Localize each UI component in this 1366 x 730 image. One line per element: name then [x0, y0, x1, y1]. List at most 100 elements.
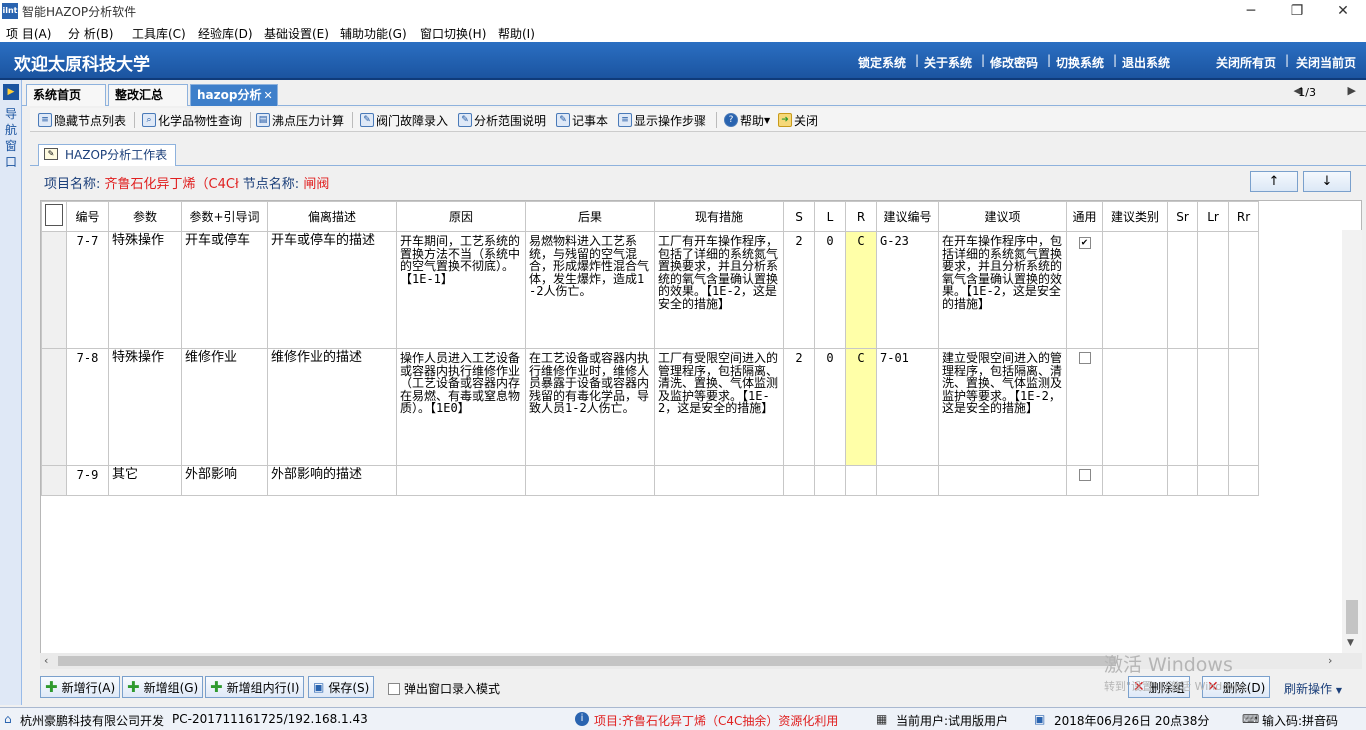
hide-node-list-button[interactable]: ≡ 隐藏节点列表 — [38, 110, 126, 130]
menu-experience[interactable]: 经验库(D) — [198, 25, 253, 42]
tab-system-home[interactable]: 系统首页 — [26, 84, 106, 106]
cell-rr[interactable] — [1228, 348, 1259, 466]
about-system-link[interactable]: 关于系统 — [924, 54, 972, 71]
scroll-left-icon[interactable]: ‹ — [44, 654, 48, 667]
cell-id[interactable]: 7-8 — [66, 348, 109, 466]
menu-analysis[interactable]: 分 析(B) — [68, 25, 113, 42]
close-current-page-link[interactable]: 关闭当前页 — [1296, 54, 1356, 71]
switch-system-link[interactable]: 切换系统 — [1056, 54, 1104, 71]
close-button[interactable]: ➜ 关闭 — [778, 110, 818, 130]
chemical-property-query-button[interactable]: ⌕ 化学品物性查询 — [142, 110, 242, 130]
cell-rec-type[interactable] — [1102, 465, 1168, 496]
refresh-dropdown[interactable]: 刷新操作 ▼ — [1284, 680, 1342, 697]
notepad-button[interactable]: ✎ 记事本 — [556, 110, 608, 130]
table-row[interactable]: 7-8 特殊操作 维修作业 维修作业的描述 操作人员进入工艺设备或容器内执行维修… — [41, 348, 1259, 466]
col-header[interactable]: 通用 — [1066, 201, 1103, 232]
cell-recommendation[interactable] — [938, 465, 1067, 496]
col-header[interactable]: Rr — [1228, 201, 1259, 232]
general-checkbox[interactable] — [1078, 352, 1091, 364]
col-header[interactable]: 参数 — [108, 201, 182, 232]
cell-l[interactable]: 0 — [814, 348, 846, 466]
table-row[interactable]: 7-9 其它 外部影响 外部影响的描述 — [41, 465, 1259, 496]
cell-general[interactable] — [1066, 348, 1103, 466]
general-checkbox[interactable]: ✔ — [1078, 237, 1091, 249]
cell-s[interactable]: 2 — [783, 348, 815, 466]
cell-consequence[interactable] — [525, 465, 655, 496]
col-header[interactable]: 参数+引导词 — [181, 201, 268, 232]
cell-rr[interactable] — [1228, 231, 1259, 349]
close-window-icon[interactable]: ✕ — [1320, 0, 1366, 22]
close-all-pages-link[interactable]: 关闭所有页 — [1216, 54, 1276, 71]
cell-deviation[interactable]: 维修作业的描述 — [267, 348, 397, 466]
cell-l[interactable] — [814, 465, 846, 496]
cell-s[interactable]: 2 — [783, 231, 815, 349]
boiling-pressure-calc-button[interactable]: ▤ 沸点压力计算 — [256, 110, 344, 130]
table-row[interactable]: 7-7 特殊操作 开车或停车 开车或停车的描述 开车期间，工艺系统的置换方法不当… — [41, 231, 1259, 349]
row-selector[interactable] — [41, 465, 67, 496]
cell-id[interactable]: 7-7 — [66, 231, 109, 349]
add-row-button[interactable]: ✚ 新增行(A) — [40, 676, 121, 698]
scroll-down-icon[interactable]: ▼ — [1347, 638, 1354, 648]
exit-system-link[interactable]: 退出系统 — [1122, 54, 1170, 71]
change-password-link[interactable]: 修改密码 — [990, 54, 1038, 71]
cell-guide[interactable]: 开车或停车 — [181, 231, 268, 349]
col-header[interactable]: 编号 — [66, 201, 109, 232]
tab-next-icon[interactable]: ▶ — [1348, 84, 1356, 97]
menu-basic-settings[interactable]: 基础设置(E) — [264, 25, 329, 42]
select-all-checkbox[interactable] — [45, 204, 63, 226]
col-header[interactable]: 后果 — [525, 201, 655, 232]
minimize-icon[interactable]: ─ — [1228, 0, 1274, 22]
select-all-cell[interactable] — [41, 201, 67, 232]
nav-window-panel[interactable]: ▶ 导航窗口 — [0, 80, 22, 705]
menu-window[interactable]: 窗口切换(H) — [420, 25, 486, 42]
close-tab-icon[interactable]: ✕ — [263, 89, 272, 102]
restore-icon[interactable]: ❐ — [1274, 0, 1320, 22]
menu-auxiliary[interactable]: 辅助功能(G) — [340, 25, 407, 42]
tab-hazop-analysis[interactable]: hazop分析 ✕ — [190, 84, 278, 106]
tab-rectification-summary[interactable]: 整改汇总 — [108, 84, 188, 106]
cell-consequence[interactable]: 易燃物料进入工艺系统，与残留的空气混合，形成爆炸性混合气体，发生爆炸，造成1-2… — [525, 231, 655, 349]
cell-recommendation[interactable]: 在开车操作程序中，包括详细的系统氮气置换要求，并且分析系统的氧气含量确认置换的效… — [938, 231, 1067, 349]
col-header[interactable]: 建议类别 — [1102, 201, 1168, 232]
cell-measures[interactable]: 工厂有开车操作程序，包括了详细的系统氮气置换要求，并且分析系统的氧气含量确认置换… — [654, 231, 784, 349]
tab-hazop-worksheet[interactable]: HAZOP分析工作表 — [38, 144, 176, 166]
cell-general[interactable] — [1066, 465, 1103, 496]
general-checkbox[interactable] — [1078, 469, 1091, 481]
col-header[interactable]: R — [845, 201, 877, 232]
col-header[interactable]: 原因 — [396, 201, 526, 232]
cell-id[interactable]: 7-9 — [66, 465, 109, 496]
cell-r[interactable]: C — [845, 231, 877, 349]
analysis-scope-button[interactable]: ✎ 分析范围说明 — [458, 110, 546, 130]
cell-l[interactable]: 0 — [814, 231, 846, 349]
expand-arrow-icon[interactable]: ▶ — [3, 84, 19, 100]
cell-r[interactable] — [845, 465, 877, 496]
add-group-button[interactable]: ✚ 新增组(G) — [122, 676, 204, 698]
cell-rr[interactable] — [1228, 465, 1259, 496]
cell-consequence[interactable]: 在工艺设备或容器内执行维修作业时，维修人员暴露于设备或容器内残留的有毒化学品，导… — [525, 348, 655, 466]
cell-cause[interactable]: 开车期间，工艺系统的置换方法不当（系统中的空气置换不彻底）。【1E-1】 — [396, 231, 526, 349]
menu-help[interactable]: 帮助(I) — [498, 25, 535, 42]
cell-rec-id[interactable]: G-23 — [876, 231, 939, 349]
col-header[interactable]: 现有措施 — [654, 201, 784, 232]
save-button[interactable]: ▣ 保存(S) — [308, 676, 375, 698]
row-selector[interactable] — [41, 348, 67, 466]
cell-sr[interactable] — [1167, 465, 1198, 496]
cell-lr[interactable] — [1197, 348, 1229, 466]
checkbox[interactable] — [388, 682, 400, 695]
col-header[interactable]: 建议编号 — [876, 201, 939, 232]
cell-lr[interactable] — [1197, 465, 1229, 496]
cell-sr[interactable] — [1167, 348, 1198, 466]
row-selector[interactable] — [41, 231, 67, 349]
cell-measures[interactable]: 工厂有受限空间进入的管理程序，包括隔离、清洗、置换、气体监测及监护等要求。【1E… — [654, 348, 784, 466]
vertical-scrollbar[interactable]: ▼ — [1342, 230, 1362, 653]
valve-fault-entry-button[interactable]: ✎ 阀门故障录入 — [360, 110, 448, 130]
scroll-thumb[interactable] — [58, 656, 1116, 666]
scroll-thumb[interactable] — [1346, 600, 1358, 634]
cell-param[interactable]: 特殊操作 — [108, 348, 182, 466]
cell-param[interactable]: 其它 — [108, 465, 182, 496]
cell-rec-type[interactable] — [1102, 348, 1168, 466]
add-row-in-group-button[interactable]: ✚ 新增组内行(I) — [205, 676, 305, 698]
menu-project[interactable]: 项 目(A) — [6, 25, 51, 42]
menu-tools[interactable]: 工具库(C) — [132, 25, 186, 42]
cell-sr[interactable] — [1167, 231, 1198, 349]
